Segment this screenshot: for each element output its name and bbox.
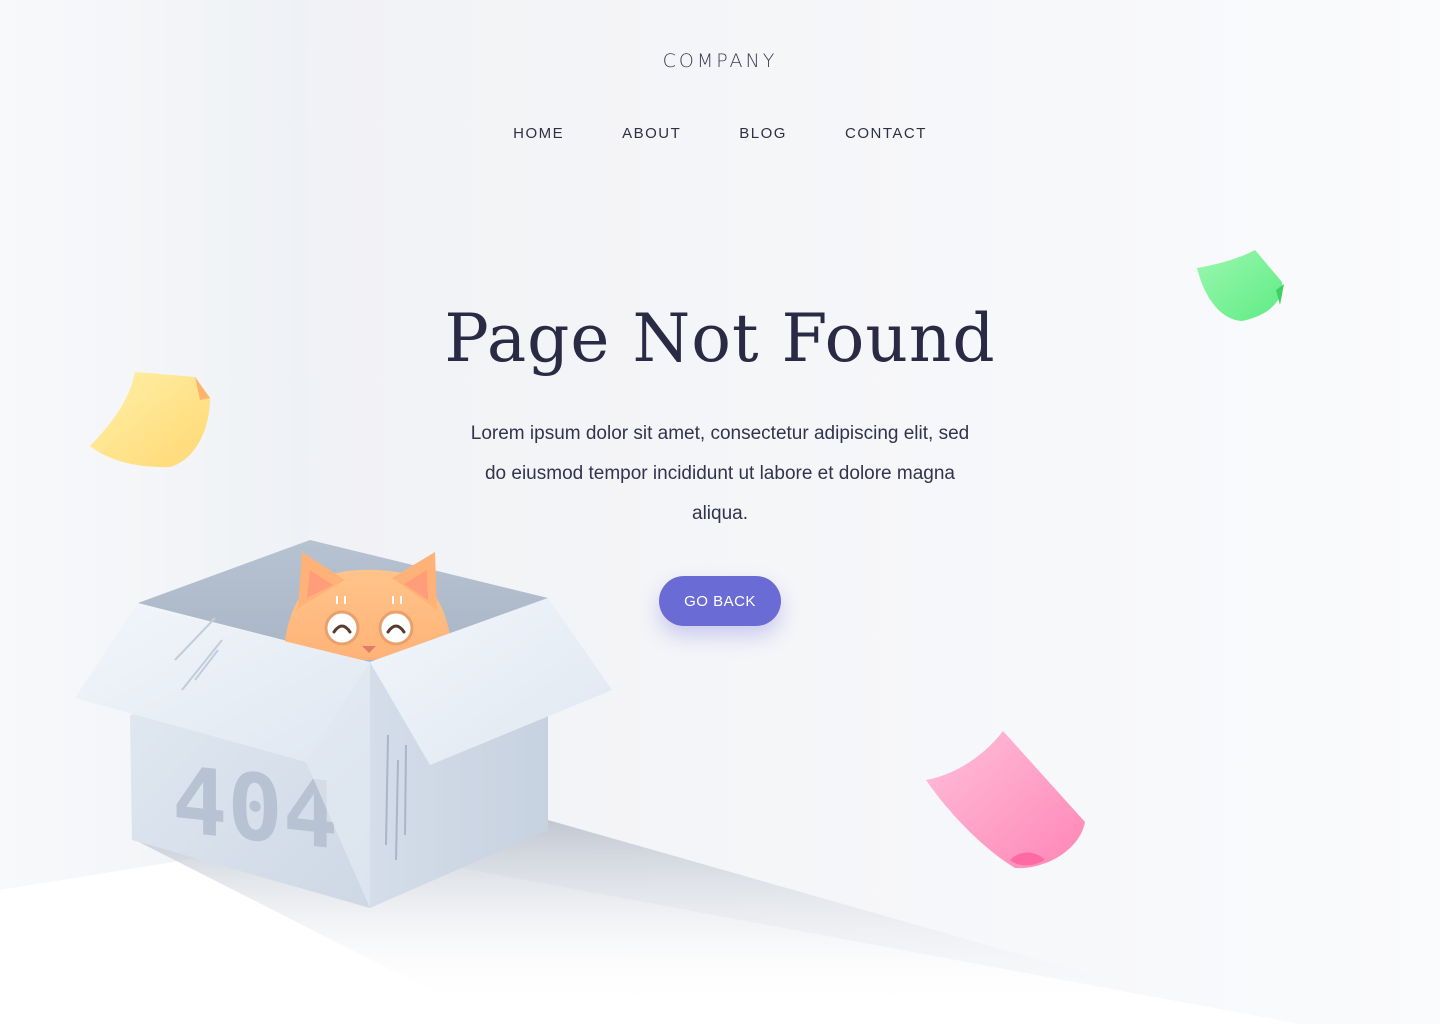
- page-description: Lorem ipsum dolor sit amet, consectetur …: [470, 423, 970, 524]
- nav-contact[interactable]: CONTACT: [845, 125, 927, 142]
- nav-about[interactable]: ABOUT: [622, 125, 681, 142]
- main-nav: HOME ABOUT BLOG CONTACT: [0, 125, 1440, 142]
- company-logo[interactable]: COMPANY: [0, 50, 1440, 72]
- go-back-button[interactable]: GO BACK: [659, 576, 781, 626]
- nav-home[interactable]: HOME: [513, 125, 564, 142]
- nav-blog[interactable]: BLOG: [739, 125, 787, 142]
- page-title: Page Not Found: [444, 300, 996, 377]
